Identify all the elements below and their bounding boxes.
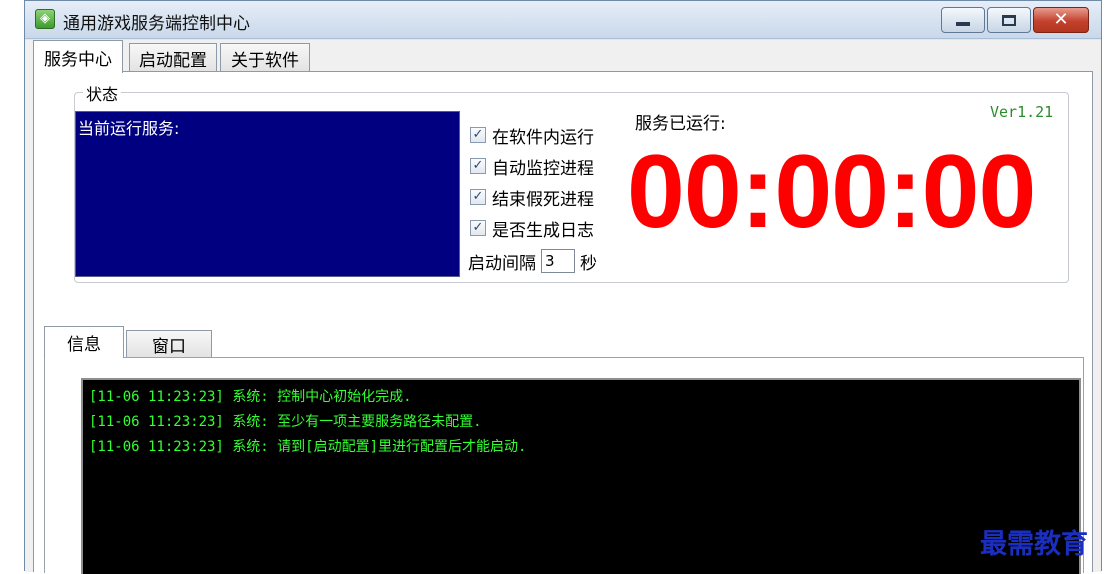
game-app-icon: ◈: [35, 9, 55, 29]
option-label: 在软件内运行: [492, 127, 594, 148]
log-console[interactable]: [11-06 11:23:23] 系统: 控制中心初始化完成. [11-06 1…: [81, 378, 1081, 574]
watermark-text: 最需教育: [980, 529, 1088, 560]
status-legend: 状态: [83, 81, 122, 105]
option-label: 结束假死进程: [492, 189, 594, 210]
interval-unit: 秒: [580, 253, 597, 274]
running-services-label: 当前运行服务:: [78, 119, 180, 138]
tab-startup-config[interactable]: 启动配置: [129, 43, 217, 73]
log-line: [11-06 11:23:23] 系统: 控制中心初始化完成.: [89, 389, 412, 405]
checkbox-checked-icon[interactable]: ✓: [470, 220, 486, 236]
option-label: 是否生成日志: [492, 220, 594, 241]
client-area: 服务中心 启动配置 关于软件 状态 当前运行服务: ✓ 在软件内运行 ✓ 自动监…: [25, 40, 1101, 574]
title-bar[interactable]: ◈ 通用游戏服务端控制中心 ✕: [25, 1, 1101, 39]
log-line: [11-06 11:23:23] 系统: 请到[启动配置]里进行配置后才能启动.: [89, 439, 527, 455]
startup-interval-row: 启动间隔 秒: [468, 248, 597, 274]
checkbox-checked-icon[interactable]: ✓: [470, 189, 486, 205]
checkbox-checked-icon[interactable]: ✓: [470, 127, 486, 143]
option-run-in-app[interactable]: ✓ 在软件内运行: [470, 123, 594, 148]
tab-service-center[interactable]: 服务中心: [33, 40, 123, 73]
maximize-button[interactable]: [987, 7, 1031, 33]
service-center-panel: 状态 当前运行服务: ✓ 在软件内运行 ✓ 自动监控进程 ✓ 结束假死进程 ✓ …: [33, 71, 1093, 574]
option-label: 自动监控进程: [492, 158, 594, 179]
window-title: 通用游戏服务端控制中心: [63, 14, 250, 34]
option-kill-hung[interactable]: ✓ 结束假死进程: [470, 185, 594, 210]
maximize-icon: [1002, 14, 1016, 26]
log-line: [11-06 11:23:23] 系统: 至少有一项主要服务路径未配置.: [89, 414, 482, 430]
close-button[interactable]: ✕: [1033, 7, 1089, 33]
minimize-button[interactable]: [941, 7, 985, 33]
close-icon: ✕: [1053, 9, 1069, 30]
tab-about[interactable]: 关于软件: [220, 43, 310, 73]
uptime-timer: 00:00:00: [627, 134, 1036, 250]
interval-label: 启动间隔: [468, 253, 536, 274]
interval-input[interactable]: [541, 249, 575, 273]
running-services-list[interactable]: 当前运行服务:: [75, 111, 460, 277]
tab-window[interactable]: 窗口: [126, 330, 212, 358]
uptime-label: 服务已运行:: [635, 114, 726, 134]
status-group: 状态 当前运行服务: ✓ 在软件内运行 ✓ 自动监控进程 ✓ 结束假死进程 ✓ …: [74, 81, 1069, 283]
version-label: Ver1.21: [990, 103, 1054, 121]
minimize-icon: [956, 22, 970, 26]
tab-info[interactable]: 信息: [44, 326, 124, 358]
main-window: ◈ 通用游戏服务端控制中心 ✕ 服务中心 启动配置 关于软件 状态 当前运行服务…: [24, 0, 1102, 574]
checkbox-checked-icon[interactable]: ✓: [470, 158, 486, 174]
info-panel: [11-06 11:23:23] 系统: 控制中心初始化完成. [11-06 1…: [44, 357, 1084, 574]
option-auto-monitor[interactable]: ✓ 自动监控进程: [470, 154, 594, 179]
option-generate-log[interactable]: ✓ 是否生成日志: [470, 216, 594, 241]
